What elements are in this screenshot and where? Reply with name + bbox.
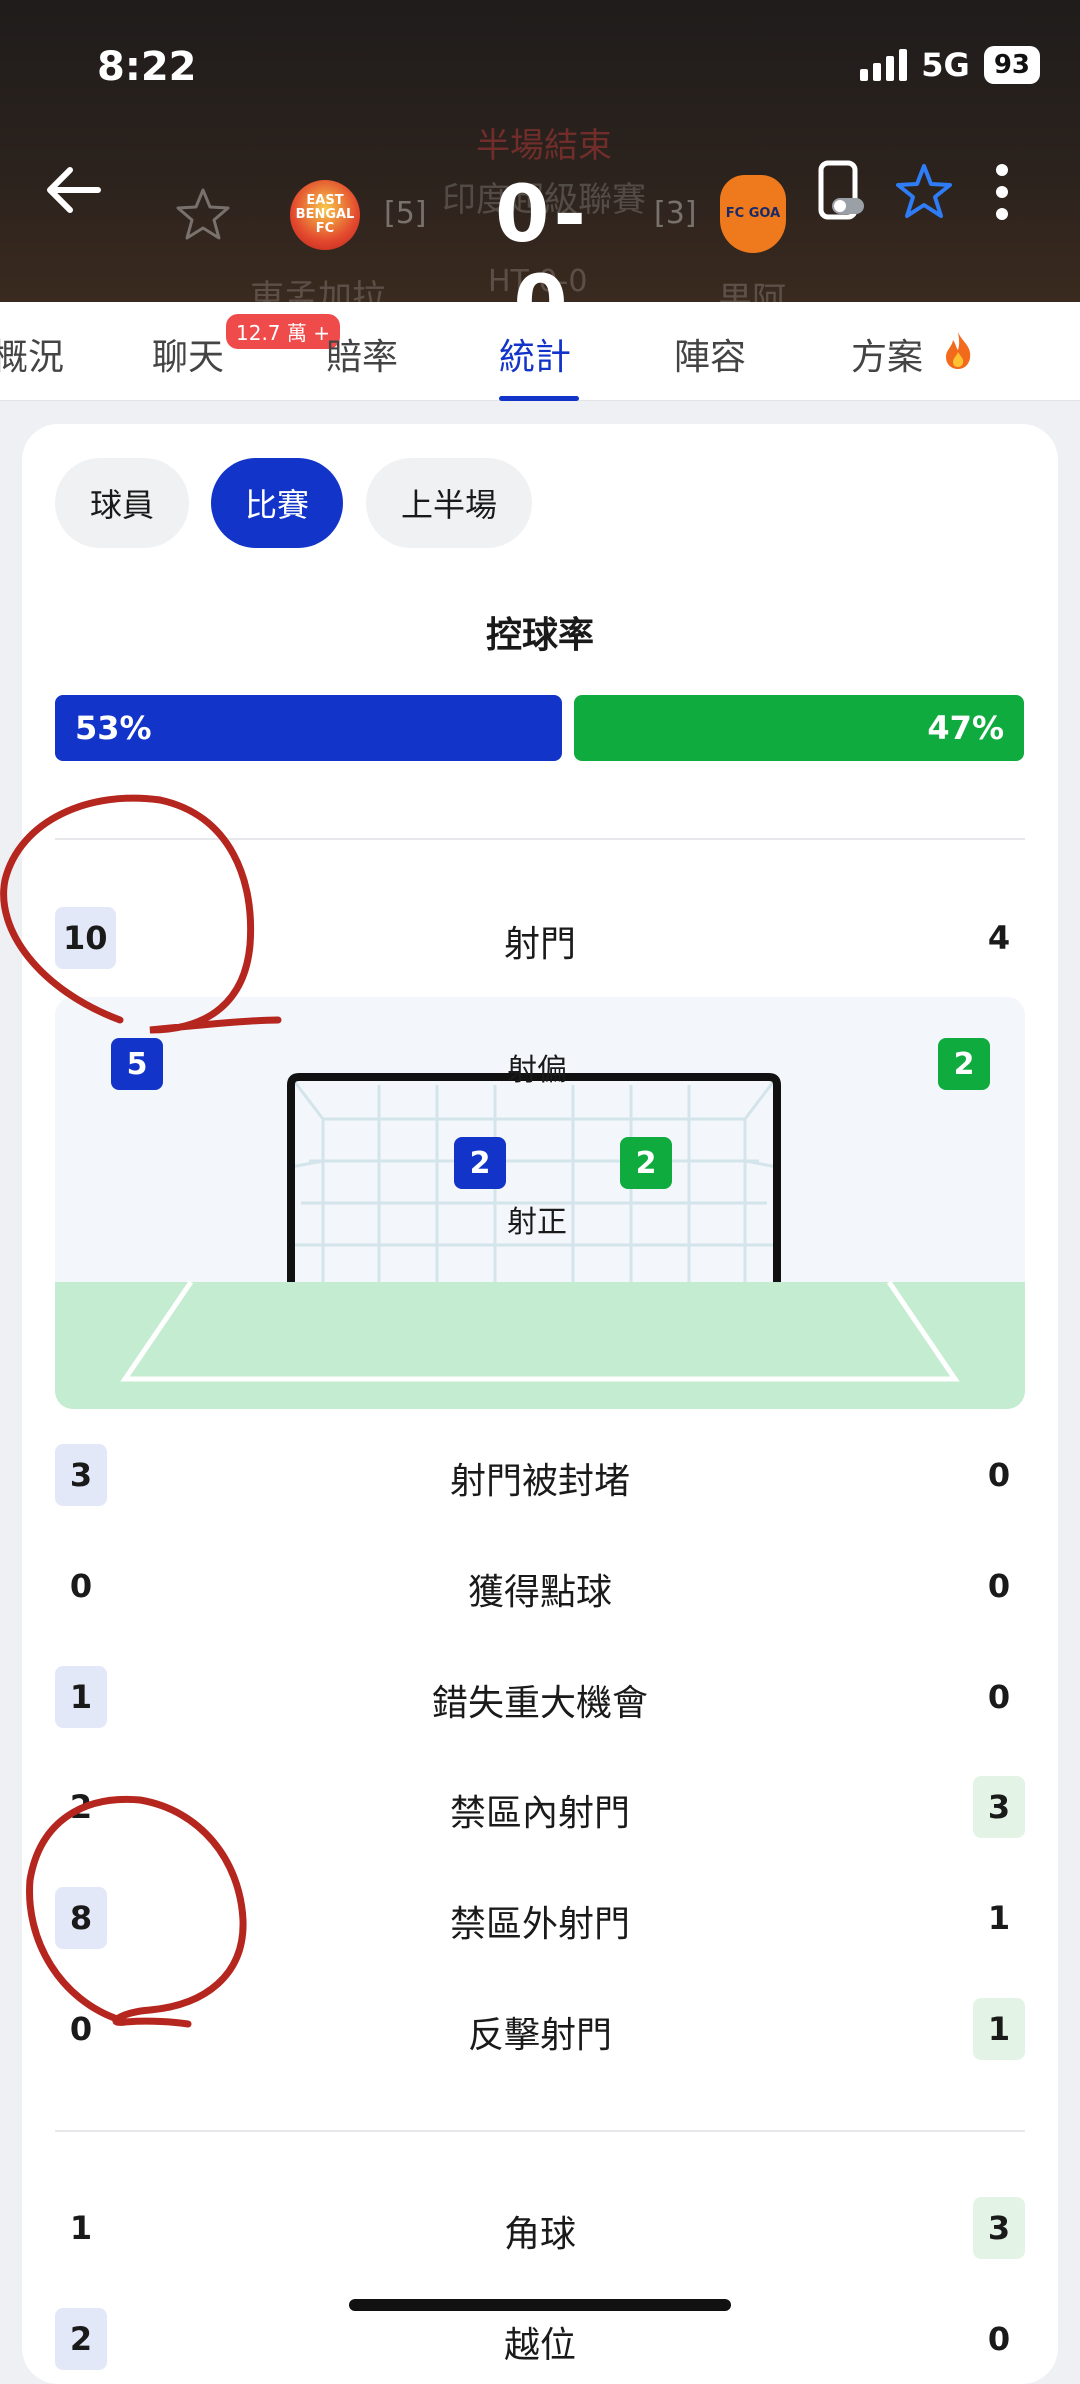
shot-map-graphic: 5 射偏 2 2 2 射正: [55, 997, 1025, 1409]
stat-away-value: 3: [973, 1776, 1025, 1838]
possession-title: 控球率: [485, 615, 594, 656]
back-arrow-icon[interactable]: [40, 155, 110, 225]
match-score: 0-0: [495, 170, 590, 302]
stat-away-value: 0: [987, 2320, 1011, 2358]
section-divider: [55, 838, 1025, 840]
stat-row-offsides: 越位 2 0: [55, 2306, 1025, 2372]
stat-row-counter-attack-shots: 反擊射門 0 1: [55, 1996, 1025, 2062]
stat-away-value: 4: [987, 919, 1011, 957]
more-menu-icon[interactable]: [990, 162, 1014, 222]
stat-home-value: 1: [69, 2209, 93, 2247]
active-tab-indicator: [499, 396, 579, 401]
stat-away-value: 0: [987, 1678, 1011, 1716]
tab-overview[interactable]: 概況: [0, 328, 64, 380]
stat-label: 角球: [503, 2214, 576, 2255]
ghost-home-team: 東孟加拉: [250, 278, 386, 302]
battery-icon: 93: [983, 46, 1040, 84]
stat-home-value: 2: [55, 2308, 107, 2370]
stat-label: 錯失重大機會: [431, 1683, 648, 1724]
stat-label: 射門被封堵: [449, 1461, 630, 1502]
filter-chip-players[interactable]: 球員: [55, 458, 189, 548]
stat-row-corners: 角球 1 3: [55, 2195, 1025, 2261]
off-target-label: 射偏: [507, 1053, 567, 1088]
tab-stats[interactable]: 統計: [499, 328, 571, 380]
chat-count-badge: 12.7 萬 +: [226, 314, 341, 349]
stat-row-shots-outside-box: 禁區外射門 8 1: [55, 1885, 1025, 1951]
signal-icon: [860, 49, 908, 81]
home-seed: [5]: [384, 196, 427, 231]
stat-away-value: 0: [987, 1567, 1011, 1605]
filter-chip-first-half[interactable]: 上半場: [366, 458, 532, 548]
stat-home-value: 3: [55, 1444, 107, 1506]
stat-row-blocked-shots: 射門被封堵 3 0: [55, 1442, 1025, 1508]
stat-home-value: 0: [69, 1567, 93, 1605]
status-time: 8:22: [97, 44, 197, 90]
filter-chip-match[interactable]: 比賽: [211, 458, 343, 548]
on-target-home-value: 2: [454, 1137, 506, 1189]
stat-label: 反擊射門: [467, 2015, 612, 2056]
tab-lineup[interactable]: 陣容: [674, 328, 746, 380]
status-indicators: 5G 93: [860, 46, 1040, 84]
stat-away-value: 1: [987, 1899, 1011, 1937]
home-indicator[interactable]: [349, 2299, 731, 2311]
stat-row-penalties-won: 獲得點球 0 0: [55, 1553, 1025, 1619]
on-target-label: 射正: [507, 1205, 567, 1240]
tab-chat[interactable]: 聊天: [152, 328, 224, 380]
stat-home-value: 8: [55, 1887, 107, 1949]
stat-row-shots-inside-box: 禁區內射門 2 3: [55, 1774, 1025, 1840]
stat-label: 禁區外射門: [449, 1904, 630, 1945]
tab-bar: 概況 聊天 12.7 萬 + 賠率 統計 陣容 方案: [0, 302, 1080, 401]
stat-home-value: 1: [55, 1666, 107, 1728]
stat-home-value: 2: [69, 1788, 93, 1826]
possession-away-bar: 47%: [574, 695, 1024, 761]
device-switch-icon[interactable]: [818, 160, 866, 220]
stat-away-value: 1: [973, 1998, 1025, 2060]
network-type: 5G: [921, 46, 970, 84]
stat-away-value: 3: [973, 2197, 1025, 2259]
stat-label: 越位: [503, 2325, 576, 2366]
possession-home-bar: 53%: [55, 695, 562, 761]
home-team-logo[interactable]: EAST BENGAL FC: [290, 180, 360, 250]
fire-icon: [946, 332, 971, 369]
ghost-away-team: 果阿: [718, 280, 786, 302]
away-team-logo[interactable]: FC GOA: [720, 175, 786, 253]
on-target-away-value: 2: [620, 1137, 672, 1189]
stat-away-value: 0: [987, 1456, 1011, 1494]
tab-odds[interactable]: 賠率: [326, 328, 398, 380]
stat-row-big-chances-missed: 錯失重大機會 1 0: [55, 1664, 1025, 1730]
section-divider: [55, 2130, 1025, 2132]
off-target-home-value: 5: [111, 1038, 163, 1090]
stats-card: 球員 比賽 上半場 控球率 53% 47% 射門 10 4 5 射偏 2 2 2…: [22, 424, 1058, 2384]
favorite-star-icon[interactable]: [895, 162, 953, 220]
possession-home-value: 53%: [75, 709, 152, 747]
stat-home-value: 0: [69, 2010, 93, 2048]
ghost-match-status: 半場結束: [476, 126, 612, 166]
ghost-star-icon: [176, 188, 230, 240]
possession-away-value: 47%: [927, 709, 1004, 747]
stat-label: 獲得點球: [467, 1572, 612, 1613]
stat-home-value: 10: [55, 907, 116, 969]
tab-plans[interactable]: 方案: [851, 328, 923, 380]
stat-row-shots: 射門 10 4: [55, 905, 1025, 971]
away-seed: [3]: [654, 196, 697, 231]
off-target-away-value: 2: [938, 1038, 990, 1090]
stat-label: 禁區內射門: [449, 1793, 630, 1834]
match-header: 8:22 5G 93 半場結束 印度超級聯賽 東孟加拉 果阿 HT 0-0 EA…: [0, 0, 1080, 302]
stat-label: 射門: [503, 924, 576, 965]
